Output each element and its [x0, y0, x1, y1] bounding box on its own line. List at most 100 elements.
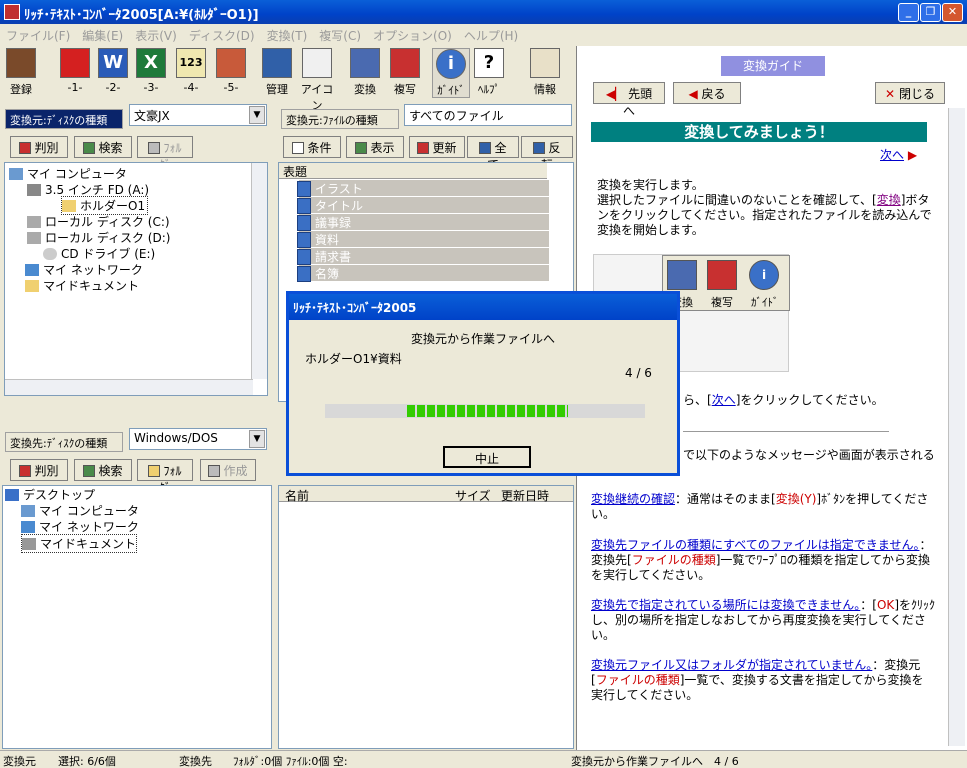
- computer-icon: [9, 168, 23, 180]
- copy-button[interactable]: 複写: [386, 48, 424, 98]
- window-title: ﾘｯﾁ･ﾃｷｽﾄ･ｺﾝﾊﾞｰﾀ2005[A:¥(ﾎﾙﾀﾞｰO1)]: [24, 8, 259, 23]
- menu-edit[interactable]: 編集(E): [76, 24, 129, 47]
- register-button[interactable]: 登録: [2, 48, 40, 98]
- title-bar: ﾘｯﾁ･ﾃｷｽﾄ･ｺﾝﾊﾞｰﾀ2005[A:¥(ﾎﾙﾀﾞｰO1)] _ ❐ ✕: [0, 0, 967, 24]
- status-source: 変換元: [3, 755, 36, 768]
- source-detect-button[interactable]: 判別: [10, 136, 68, 158]
- icon-button[interactable]: アイコン: [298, 48, 336, 112]
- dest-create-button[interactable]: 作成: [200, 459, 256, 481]
- file-item[interactable]: タイトル: [297, 197, 549, 214]
- guide-item: 変換先で指定されている場所には変換できません。：[OK]をｸﾘｯｸし、別の場所を…: [591, 598, 935, 642]
- guide-item-link[interactable]: 変換先ファイルの種類にすべてのファイルは指定できません。: [591, 538, 919, 552]
- column-header-title[interactable]: 表題: [279, 163, 547, 179]
- menu-copy[interactable]: 複写(C): [313, 24, 367, 47]
- guide-item-link[interactable]: 変換継続の確認: [591, 492, 675, 506]
- next-inline-link[interactable]: 次へ: [712, 393, 736, 407]
- tree-item-local-d[interactable]: ローカル ディスク (D:): [27, 229, 170, 246]
- guide-item-link[interactable]: 変換元ファイル又はフォルダが指定されていません。: [591, 658, 872, 672]
- tree-item-desktop[interactable]: デスクトップ: [5, 486, 95, 503]
- cancel-button[interactable]: 中止: [443, 446, 531, 468]
- file-item[interactable]: 請求書: [297, 248, 549, 265]
- dest-detect-button[interactable]: 判別: [10, 459, 68, 481]
- tree-item-local-c[interactable]: ローカル ディスク (C:): [27, 213, 170, 230]
- guide-back-button[interactable]: ◀ 戻る: [673, 82, 741, 104]
- file-type-label: 変換元:ﾌｧｲﾙの種類: [281, 109, 399, 129]
- tree-item-network[interactable]: マイ ネットワーク: [25, 261, 143, 278]
- slot-5-button[interactable]: -5-: [212, 48, 250, 98]
- file-type-select[interactable]: すべてのファイル: [404, 104, 572, 126]
- lotus123-icon: 123: [176, 48, 206, 78]
- copy-icon: [707, 260, 737, 290]
- source-search-button[interactable]: 検索: [74, 136, 132, 158]
- guide-scrollbar[interactable]: [948, 108, 965, 746]
- source-folder-button[interactable]: ﾌｫﾙﾀﾞ: [137, 136, 193, 172]
- update-button[interactable]: 更新: [409, 136, 465, 158]
- app5-icon: [216, 48, 246, 78]
- dialog-count: 4 / 6: [625, 366, 652, 380]
- menu-help[interactable]: ヘルプ(H): [458, 24, 524, 47]
- refresh-icon: [417, 142, 430, 154]
- app-icon: [4, 4, 20, 20]
- convert-button[interactable]: 変換: [346, 48, 384, 98]
- dest-search-button[interactable]: 検索: [74, 459, 132, 481]
- minimize-button[interactable]: _: [898, 3, 919, 22]
- tree-item-documents[interactable]: マイドキュメント: [25, 277, 139, 294]
- chevron-down-icon[interactable]: ▼: [249, 430, 265, 448]
- dest-folder-button[interactable]: ﾌｫﾙﾀﾞ: [137, 459, 193, 495]
- tree-item-my-computer[interactable]: マイ コンピュータ: [21, 502, 139, 519]
- slot-1-button[interactable]: -1-: [56, 48, 94, 98]
- info-button[interactable]: 情報: [526, 48, 564, 98]
- detect-icon: [19, 142, 32, 154]
- convert-icon: [667, 260, 697, 290]
- file-item[interactable]: 議事録: [297, 214, 549, 231]
- convert-link[interactable]: 変換: [877, 193, 901, 207]
- condition-button[interactable]: 条件: [283, 136, 341, 158]
- menu-disk[interactable]: ディスク(D): [183, 24, 261, 47]
- help-button[interactable]: ? ﾍﾙﾌﾟ: [470, 48, 508, 98]
- menu-file[interactable]: ファイル(F): [0, 24, 76, 47]
- file-item[interactable]: 名簿: [297, 265, 549, 282]
- next-link[interactable]: 次へ ▶: [880, 146, 917, 163]
- menu-view[interactable]: 表示(V): [129, 24, 183, 47]
- guide-para3: で以下のようなメッセージや画面が表示される: [683, 448, 935, 462]
- source-disk-select[interactable]: 文豪JX ▼: [129, 104, 267, 126]
- show-icon: [355, 142, 368, 154]
- column-header-date[interactable]: 更新日時: [501, 487, 549, 504]
- slot-2-button[interactable]: W -2-: [94, 48, 132, 98]
- dest-disk-label: 変換先:ﾃﾞｨｽｸの種類: [5, 432, 123, 452]
- menu-options[interactable]: オプション(O): [367, 24, 458, 47]
- guide-close-button[interactable]: ✕ 閉じる: [875, 82, 945, 104]
- select-all-button[interactable]: 全て: [467, 136, 519, 172]
- cursor-icon: [302, 48, 332, 78]
- dest-tree: デスクトップ マイ コンピュータ マイ ネットワーク マイドキュメント: [2, 485, 272, 749]
- progress-dialog: ﾘｯﾁ･ﾃｷｽﾄ･ｺﾝﾊﾞｰﾀ2005 変換元から作業ファイルへ ホルダーO1¥…: [286, 291, 680, 476]
- close-button[interactable]: ✕: [942, 3, 963, 22]
- guide-item-link[interactable]: 変換先で指定されている場所には変換できません。: [591, 598, 860, 612]
- invert-button[interactable]: 反転: [521, 136, 573, 172]
- maximize-button[interactable]: ❐: [920, 3, 941, 22]
- menu-convert[interactable]: 変換(T): [261, 24, 314, 47]
- vertical-scrollbar[interactable]: [251, 163, 267, 379]
- show-button[interactable]: 表示: [346, 136, 404, 158]
- manage-button[interactable]: 管理: [258, 48, 296, 98]
- tree-item-documents[interactable]: マイドキュメント: [21, 534, 138, 553]
- network-icon: [21, 521, 35, 533]
- column-header-size[interactable]: サイズ: [455, 487, 491, 504]
- folder-icon: [148, 142, 161, 154]
- column-header-name[interactable]: 名前: [285, 487, 309, 504]
- slot-3-button[interactable]: X -3-: [132, 48, 170, 98]
- tree-item-cd[interactable]: CD ドライブ (E:): [43, 245, 155, 262]
- dest-disk-select[interactable]: Windows/DOS ▼: [129, 428, 267, 450]
- file-item[interactable]: 資料: [297, 231, 549, 248]
- tree-item-network[interactable]: マイ ネットワーク: [21, 518, 139, 535]
- slot-4-button[interactable]: 123 -4-: [172, 48, 210, 98]
- tree-item-my-computer[interactable]: マイ コンピュータ: [9, 165, 127, 182]
- chevron-down-icon[interactable]: ▼: [249, 106, 265, 124]
- search-icon: [83, 465, 96, 477]
- guide-button[interactable]: i ｶﾞｲﾄﾞ: [432, 48, 470, 98]
- guide-top-button[interactable]: ◀▏ 先頭へ: [593, 82, 665, 118]
- rtc-icon: [530, 48, 560, 78]
- folder-icon: [22, 538, 36, 550]
- file-item[interactable]: イラスト: [297, 180, 549, 197]
- horizontal-scrollbar[interactable]: [5, 379, 253, 395]
